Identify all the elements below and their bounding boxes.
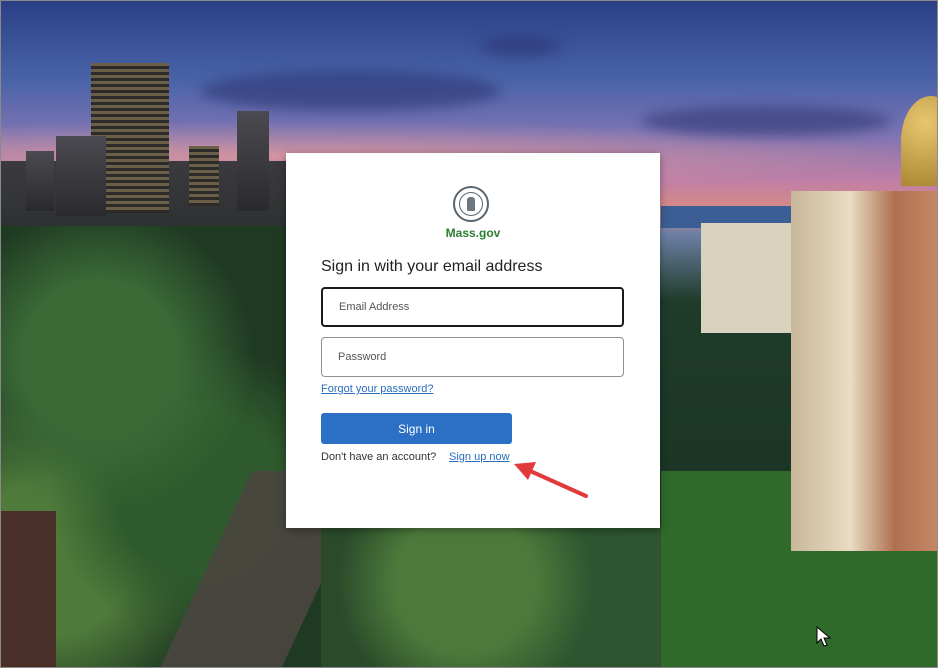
cloud (481, 36, 561, 56)
cloud (201, 71, 501, 111)
password-field[interactable] (321, 337, 624, 377)
skyscraper (26, 151, 54, 211)
tree-canopy (321, 526, 681, 667)
page-title: Sign in with your email address (321, 258, 543, 275)
forgot-password-link[interactable]: Forgot your password? (321, 383, 434, 395)
no-account-text: Don't have an account? (321, 451, 437, 463)
red-arrow-icon (514, 462, 588, 498)
state-house (791, 191, 937, 551)
skyscraper (56, 136, 106, 216)
email-field[interactable] (321, 287, 624, 327)
brand-name: Mass.gov (445, 226, 501, 240)
skyscraper (237, 111, 269, 211)
sign-in-button[interactable]: Sign in (321, 413, 512, 444)
brick-building (1, 511, 56, 667)
skyscraper (189, 146, 219, 206)
sign-in-card: Mass.gov Sign in with your email address… (286, 153, 660, 528)
sign-up-link[interactable]: Sign up now (449, 451, 510, 463)
cloud (641, 106, 891, 136)
mouse-pointer-icon (816, 626, 832, 647)
state-seal-icon (453, 186, 489, 222)
golden-dome (901, 96, 937, 186)
